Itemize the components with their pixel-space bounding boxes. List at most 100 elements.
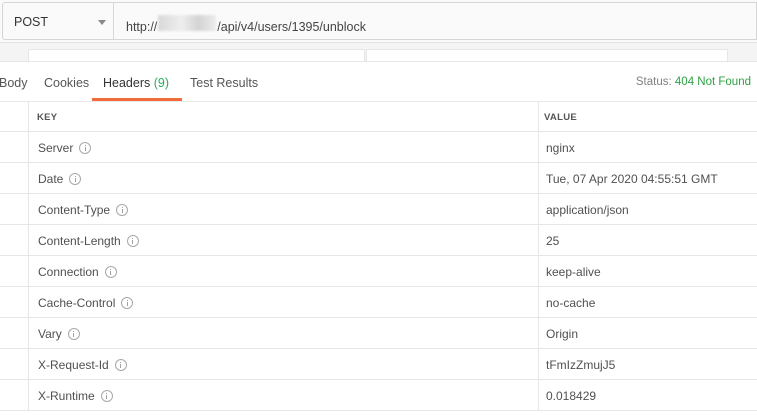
header-key-text: Cache-Control [38, 296, 116, 310]
header-value-text: application/json [546, 203, 629, 217]
response-headers-table: KEY VALUE Server nginx Date Tue, 07 Apr 202… [0, 102, 757, 411]
header-key-text: Vary [38, 327, 62, 341]
response-tabs: Body Cookies Headers (9) Test Results St… [0, 62, 757, 102]
header-key: Content-Type [38, 203, 129, 217]
header-key: X-Request-Id [38, 358, 127, 372]
header-value-cell[interactable]: tFmIzZmujJ5 [539, 349, 757, 379]
header-key-text: Connection [38, 265, 99, 279]
header-value-cell[interactable]: Tue, 07 Apr 2020 04:55:51 GMT [539, 163, 757, 193]
redacted-host [158, 15, 217, 31]
table-row: Date Tue, 07 Apr 2020 04:55:51 GMT [0, 163, 757, 194]
header-key-cell[interactable]: Cache-Control [29, 287, 539, 317]
header-key-cell[interactable]: Connection [29, 256, 539, 286]
header-key-cell[interactable]: Date [29, 163, 539, 193]
header-key-text: Content-Length [38, 234, 121, 248]
header-value-text: 0.018429 [546, 389, 597, 403]
row-gutter [0, 287, 29, 317]
header-value-text: Origin [546, 327, 579, 341]
header-key-cell[interactable]: X-Request-Id [29, 349, 539, 379]
tab-cookies[interactable]: Cookies [44, 76, 89, 90]
row-gutter [0, 256, 29, 286]
header-key: Connection [38, 265, 117, 279]
header-value-cell[interactable]: application/json [539, 194, 757, 224]
info-icon[interactable] [100, 390, 113, 402]
info-icon[interactable] [116, 204, 129, 216]
status-value: 404 Not Found [674, 76, 751, 88]
table-row: Cache-Control no-cache [0, 287, 757, 318]
header-key-text: X-Request-Id [38, 358, 109, 372]
row-gutter [0, 318, 29, 348]
url-input[interactable]: http:// /api/v4/users/1395/unblock [114, 2, 757, 40]
header-key: Date [38, 172, 82, 186]
header-key-cell[interactable]: Server [29, 132, 539, 162]
header-key-cell[interactable]: Vary [29, 318, 539, 348]
table-row: Content-Type application/json [0, 194, 757, 225]
info-icon[interactable] [69, 173, 82, 185]
tab-headers-label: Headers [103, 76, 151, 90]
value-column-header: VALUE [539, 102, 757, 131]
info-icon[interactable] [126, 235, 139, 247]
info-icon[interactable] [79, 142, 92, 154]
header-value-cell[interactable]: Origin [539, 318, 757, 348]
response-status: Status: 404 Not Found [636, 76, 751, 88]
table-row: Server nginx [0, 132, 757, 163]
row-gutter [0, 349, 29, 379]
subtab-cell [28, 49, 365, 61]
url-path: /api/v4/users/1395/unblock [217, 20, 366, 34]
table-row: X-Request-Id tFmIzZmujJ5 [0, 349, 757, 380]
method-label: POST [14, 15, 49, 29]
subtab-cell [366, 49, 728, 61]
status-label: Status: [635, 76, 672, 88]
row-gutter [0, 163, 29, 193]
header-key: Content-Length [38, 234, 139, 248]
tab-headers[interactable]: Headers (9) [103, 76, 169, 90]
header-key: Cache-Control [38, 296, 134, 310]
header-value-cell[interactable]: nginx [539, 132, 757, 162]
url-prefix: http:// [126, 20, 158, 34]
row-gutter [0, 102, 29, 131]
header-value-text: no-cache [546, 296, 596, 310]
header-key-text: Server [38, 141, 74, 155]
row-gutter [0, 225, 29, 255]
request-subtabs-strip [0, 43, 757, 62]
method-select[interactable]: POST [2, 2, 114, 40]
header-key-cell[interactable]: Content-Length [29, 225, 539, 255]
url-text: http:// /api/v4/users/1395/unblock [126, 15, 366, 34]
info-icon[interactable] [104, 266, 117, 278]
row-gutter [0, 380, 29, 410]
header-value-cell[interactable]: no-cache [539, 287, 757, 317]
table-row: X-Runtime 0.018429 [0, 380, 757, 411]
header-key-cell[interactable]: X-Runtime [29, 380, 539, 410]
info-icon[interactable] [114, 359, 127, 371]
key-column-header: KEY [29, 102, 539, 131]
header-value-text: nginx [546, 141, 575, 155]
header-value-text: keep-alive [546, 265, 601, 279]
header-key: X-Runtime [38, 389, 113, 403]
table-row: Vary Origin [0, 318, 757, 349]
tab-headers-count: (9) [153, 76, 170, 90]
header-key: Server [38, 141, 92, 155]
table-row: Connection keep-alive [0, 256, 757, 287]
request-url-bar: POST http:// /api/v4/users/1395/unblock [0, 0, 757, 43]
header-value-text: Tue, 07 Apr 2020 04:55:51 GMT [546, 172, 718, 186]
row-gutter [0, 194, 29, 224]
tab-body[interactable]: Body [0, 76, 28, 90]
header-key: Vary [38, 327, 80, 341]
info-icon[interactable] [121, 297, 134, 309]
header-key-cell[interactable]: Content-Type [29, 194, 539, 224]
header-key-text: Content-Type [38, 203, 111, 217]
info-icon[interactable] [67, 328, 80, 340]
header-value-cell[interactable]: keep-alive [539, 256, 757, 286]
header-value-cell[interactable]: 0.018429 [539, 380, 757, 410]
value-header-label: VALUE [544, 112, 577, 123]
header-value-text: tFmIzZmujJ5 [546, 358, 616, 372]
active-tab-indicator [92, 98, 182, 101]
table-header-row: KEY VALUE [0, 102, 757, 132]
tab-test-results[interactable]: Test Results [190, 76, 258, 90]
header-value-text: 25 [546, 234, 560, 248]
chevron-down-icon [98, 20, 106, 25]
header-key-text: Date [38, 172, 64, 186]
row-gutter [0, 132, 29, 162]
header-value-cell[interactable]: 25 [539, 225, 757, 255]
header-key-text: X-Runtime [38, 389, 95, 403]
